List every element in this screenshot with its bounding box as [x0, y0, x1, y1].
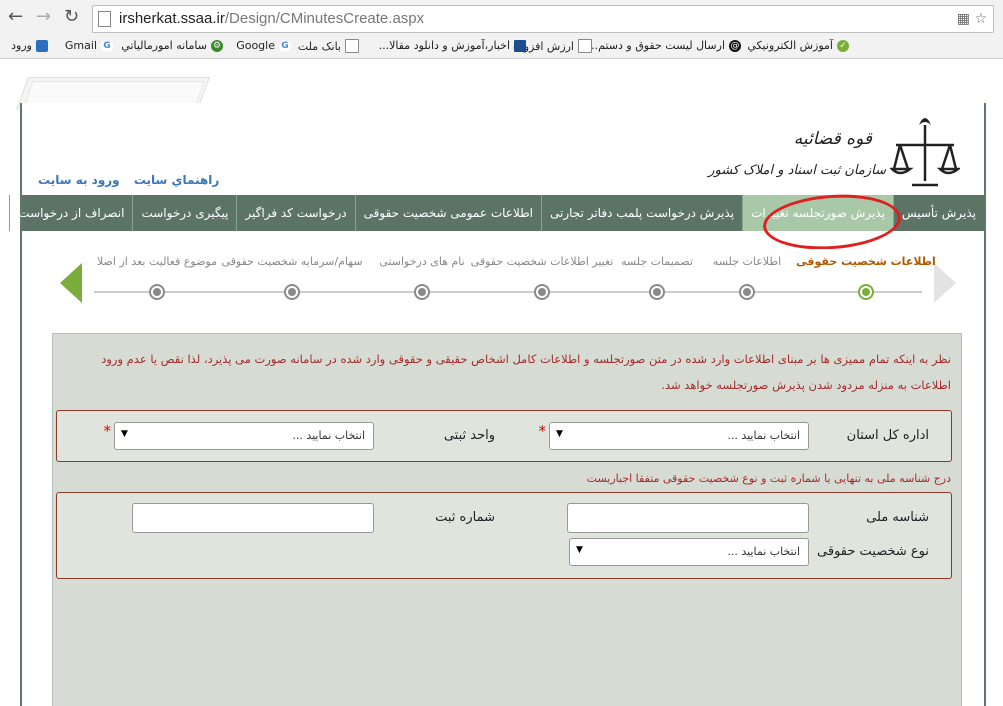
address-bar[interactable]: irsherkat.ssaa.ir/Design/CMinutesCreate.… [92, 5, 994, 33]
wizard-next-arrow-icon[interactable] [60, 263, 82, 303]
menu-item-universal-code[interactable]: درخواست کد فراگير [236, 195, 354, 231]
form-notice: نظر به اينكه تمام مميزی ها بر مبنای اطلا… [101, 352, 951, 392]
province-label: اداره كل استان [846, 428, 929, 443]
registry-unit-select[interactable]: انتخاب نماييد ... ▼ [114, 422, 374, 450]
bookmark-item[interactable]: ⚙ سامانه امورمالياتي [121, 39, 223, 52]
step-wizard: اطلاعات شخصيت حقوقی اطلاعات جلسه تصميمات… [54, 249, 962, 311]
step-change-entity-info-dot[interactable] [534, 284, 550, 300]
page-icon [345, 39, 359, 53]
reg-number-input[interactable] [132, 503, 374, 533]
menu-item-establishment[interactable]: پذيرش تأسيس [892, 195, 984, 231]
required-marker: * [538, 422, 547, 440]
bookmark-item[interactable]: G Google [236, 39, 291, 52]
step-activity-subject-dot[interactable] [149, 284, 165, 300]
menu-item-entity-info[interactable]: اطلاعات عمومی شخصيت حقوقی [354, 195, 541, 231]
scales-emblem-icon [890, 118, 960, 187]
province-select[interactable]: انتخاب نماييد ... ▼ [549, 422, 809, 450]
dropdown-arrow-icon: ▼ [556, 429, 563, 439]
step-requested-names-label[interactable]: نام های درخواستی [379, 255, 464, 268]
site-logo[interactable]: قوه قضائیه سازمان ثبت اسناد و املاک کشور [708, 111, 960, 191]
bookmark-item[interactable]: بانک ملت [298, 39, 359, 53]
step-requested-names-dot[interactable] [414, 284, 430, 300]
org-name-line2: سازمان ثبت اسناد و املاک کشور [708, 163, 886, 178]
site-login-link[interactable]: ورود به سايت [38, 173, 120, 187]
step-meeting-info-dot[interactable] [739, 284, 755, 300]
required-marker: * [103, 422, 112, 440]
top-links: راهنماي سايت ورود به سايت [28, 173, 219, 187]
bookmark-icon [514, 39, 526, 52]
main-frame: قوه قضائیه سازمان ثبت اسناد و املاک کشور… [9, 103, 986, 706]
forward-arrow-icon[interactable]: → [36, 7, 51, 27]
reg-number-label: شماره ثبت [435, 510, 495, 525]
step-shares-capital-label[interactable]: سهام/سرمايه شخصيت حقوقی [221, 255, 362, 268]
reload-icon[interactable]: ↻ [64, 7, 79, 27]
id-requirement-hint: درج شناسه ملی به تنهايی يا شماره ثبت و ن… [586, 472, 951, 485]
step-shares-capital-dot[interactable] [284, 284, 300, 300]
national-id-label: شناسه ملی [866, 510, 929, 525]
entity-type-label: نوع شخصيت حقوقی [817, 544, 929, 559]
step-entity-info-dot[interactable] [858, 284, 874, 300]
step-change-entity-info-label[interactable]: تغيير اطلاعات شخصيت حقوقی [471, 255, 614, 268]
location-fieldset: اداره كل استان انتخاب نماييد ... ▼ * واح… [56, 410, 952, 462]
form-panel: نظر به اينكه تمام مميزی ها بر مبنای اطلا… [52, 333, 962, 706]
bookmark-icon: @ [729, 39, 741, 52]
bookmark-item[interactable]: ورود [11, 39, 48, 52]
page-icon [578, 39, 592, 53]
translate-icon[interactable]: ▦ [957, 11, 970, 27]
google-icon: G [101, 39, 113, 52]
star-icon[interactable]: ☆ [974, 11, 987, 27]
menu-item-cancel-request[interactable]: انصراف از درخواست [9, 195, 132, 231]
bookmark-icon: ✓ [837, 39, 849, 52]
wizard-track [94, 291, 922, 293]
step-meeting-info-label[interactable]: اطلاعات جلسه [713, 255, 781, 268]
url-path: /Design/CMinutesCreate.aspx [224, 10, 425, 27]
org-name-line1: قوه قضائیه [793, 129, 872, 149]
bookmark-item[interactable]: @ ارسال ليست حقوق و دستم... [588, 39, 741, 52]
entity-type-select[interactable]: انتخاب نماييد ... ▼ [569, 538, 809, 566]
browser-chrome: ← → ↻ irsherkat.ssaa.ir/Design/CMinutesC… [0, 0, 1003, 59]
menu-item-book-seal[interactable]: پذيرش درخواست پلمب دفاتر تجارتی [541, 195, 742, 231]
bookmarks-bar: ✓ آموزش الکترونيکي @ ارسال ليست حقوق و دست… [0, 36, 1003, 58]
bookmark-item[interactable]: G Gmail [65, 39, 113, 52]
url-domain: irsherkat.ssaa.ir [119, 10, 225, 27]
step-meeting-decisions-label[interactable]: تصميمات جلسه [621, 255, 693, 268]
site-header: قوه قضائیه سازمان ثبت اسناد و املاک کشور… [22, 103, 984, 195]
registry-unit-label: واحد ثبتی [443, 428, 495, 443]
site-guide-link[interactable]: راهنماي سايت [134, 173, 219, 187]
step-entity-info-label[interactable]: اطلاعات شخصيت حقوقی [796, 255, 936, 268]
page-icon [98, 11, 111, 27]
step-meeting-decisions-dot[interactable] [649, 284, 665, 300]
bookmark-icon [36, 39, 48, 52]
bookmark-item[interactable]: ✓ آموزش الکترونيکي [747, 39, 849, 52]
google-icon: G [279, 39, 291, 52]
national-id-input[interactable] [567, 503, 809, 533]
identity-fieldset: شناسه ملی شماره ثبت نوع شخصيت حقوقی انتخ… [56, 492, 952, 579]
menu-item-track-request[interactable]: پيگيری درخواست [132, 195, 236, 231]
wizard-prev-arrow-icon[interactable] [934, 263, 956, 303]
step-activity-subject-label[interactable]: موضوع فعاليت بعد از اصلاح [97, 255, 217, 268]
bookmark-item[interactable]: اخبار،آموزش و دانلود مقالا... [379, 39, 526, 52]
dropdown-arrow-icon: ▼ [121, 429, 128, 439]
page-viewport: قوه قضائیه سازمان ثبت اسناد و املاک کشور… [0, 59, 1003, 706]
dropdown-arrow-icon: ▼ [576, 545, 583, 555]
back-arrow-icon[interactable]: ← [8, 7, 23, 27]
gear-icon: ⚙ [211, 39, 223, 52]
